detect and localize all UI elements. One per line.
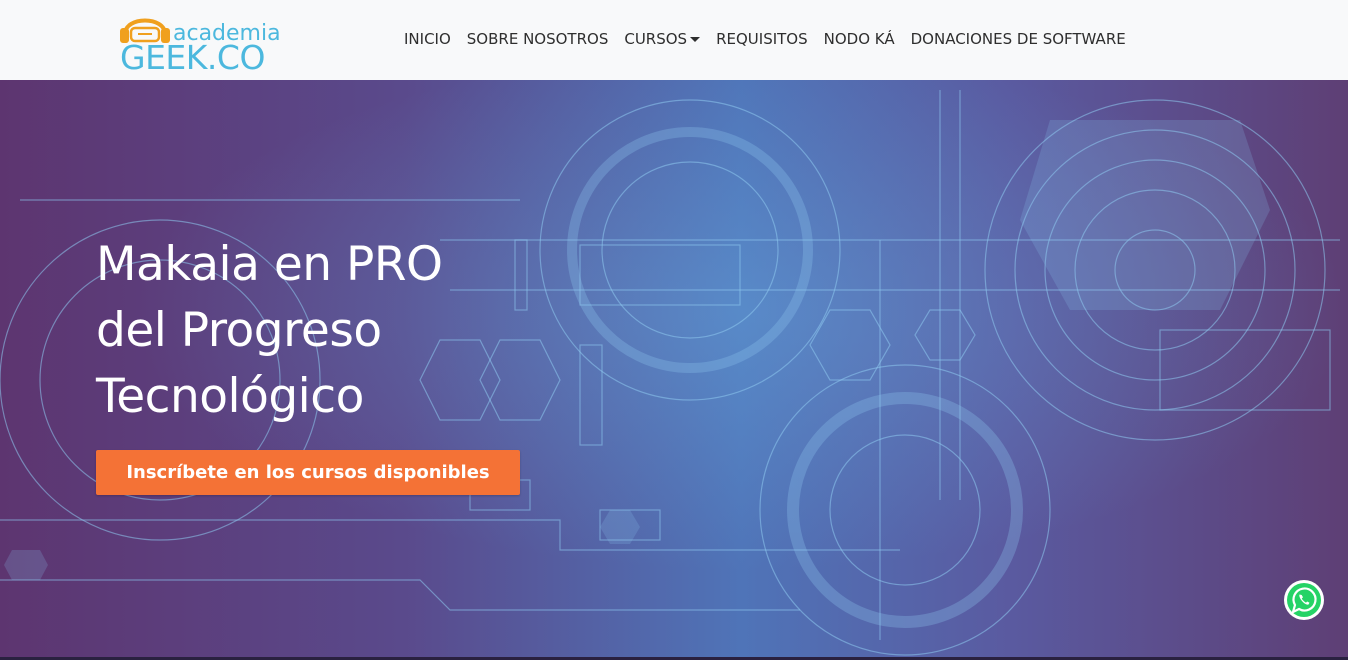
top-navbar: academia GEEK.CO INICIO SOBRE NOSOTROS C… — [0, 0, 1348, 80]
nav-item-label: DONACIONES DE SOFTWARE — [910, 30, 1126, 48]
nav-item-label: SOBRE NOSOTROS — [466, 30, 609, 48]
enroll-courses-button[interactable]: Inscríbete en los cursos disponibles — [96, 450, 520, 495]
nav-item-label: NODO KÁ — [823, 30, 895, 48]
caret-down-icon — [690, 36, 701, 42]
nav-item-inicio[interactable]: INICIO — [404, 30, 459, 48]
hero-banner: Makaia en PRO del Progreso Tecnológico I… — [0, 80, 1348, 657]
nav-item-requisitos[interactable]: REQUISITOS — [708, 30, 816, 48]
logo-big-text: GEEK.CO — [120, 38, 265, 77]
whatsapp-icon — [1287, 583, 1321, 617]
main-nav: INICIO SOBRE NOSOTROS CURSOS REQUISITOS … — [404, 30, 1134, 48]
hero-title-line: Tecnológico — [96, 369, 364, 424]
nav-item-label: CURSOS — [624, 30, 688, 48]
nav-item-label: REQUISITOS — [716, 30, 808, 48]
whatsapp-button[interactable] — [1284, 580, 1324, 620]
hero-title-line: del Progreso — [96, 303, 382, 358]
nav-item-cursos[interactable]: CURSOS — [616, 30, 708, 48]
hero-title-line: Makaia en PRO — [96, 237, 443, 292]
nav-item-label: INICIO — [404, 30, 451, 48]
nav-item-nodo-ka[interactable]: NODO KÁ — [816, 30, 903, 48]
nav-item-sobre-nosotros[interactable]: SOBRE NOSOTROS — [459, 30, 617, 48]
site-logo[interactable]: academia GEEK.CO — [118, 8, 281, 77]
hero-title: Makaia en PRO del Progreso Tecnológico — [96, 232, 516, 430]
nav-item-donaciones-de-software[interactable]: DONACIONES DE SOFTWARE — [903, 30, 1134, 48]
